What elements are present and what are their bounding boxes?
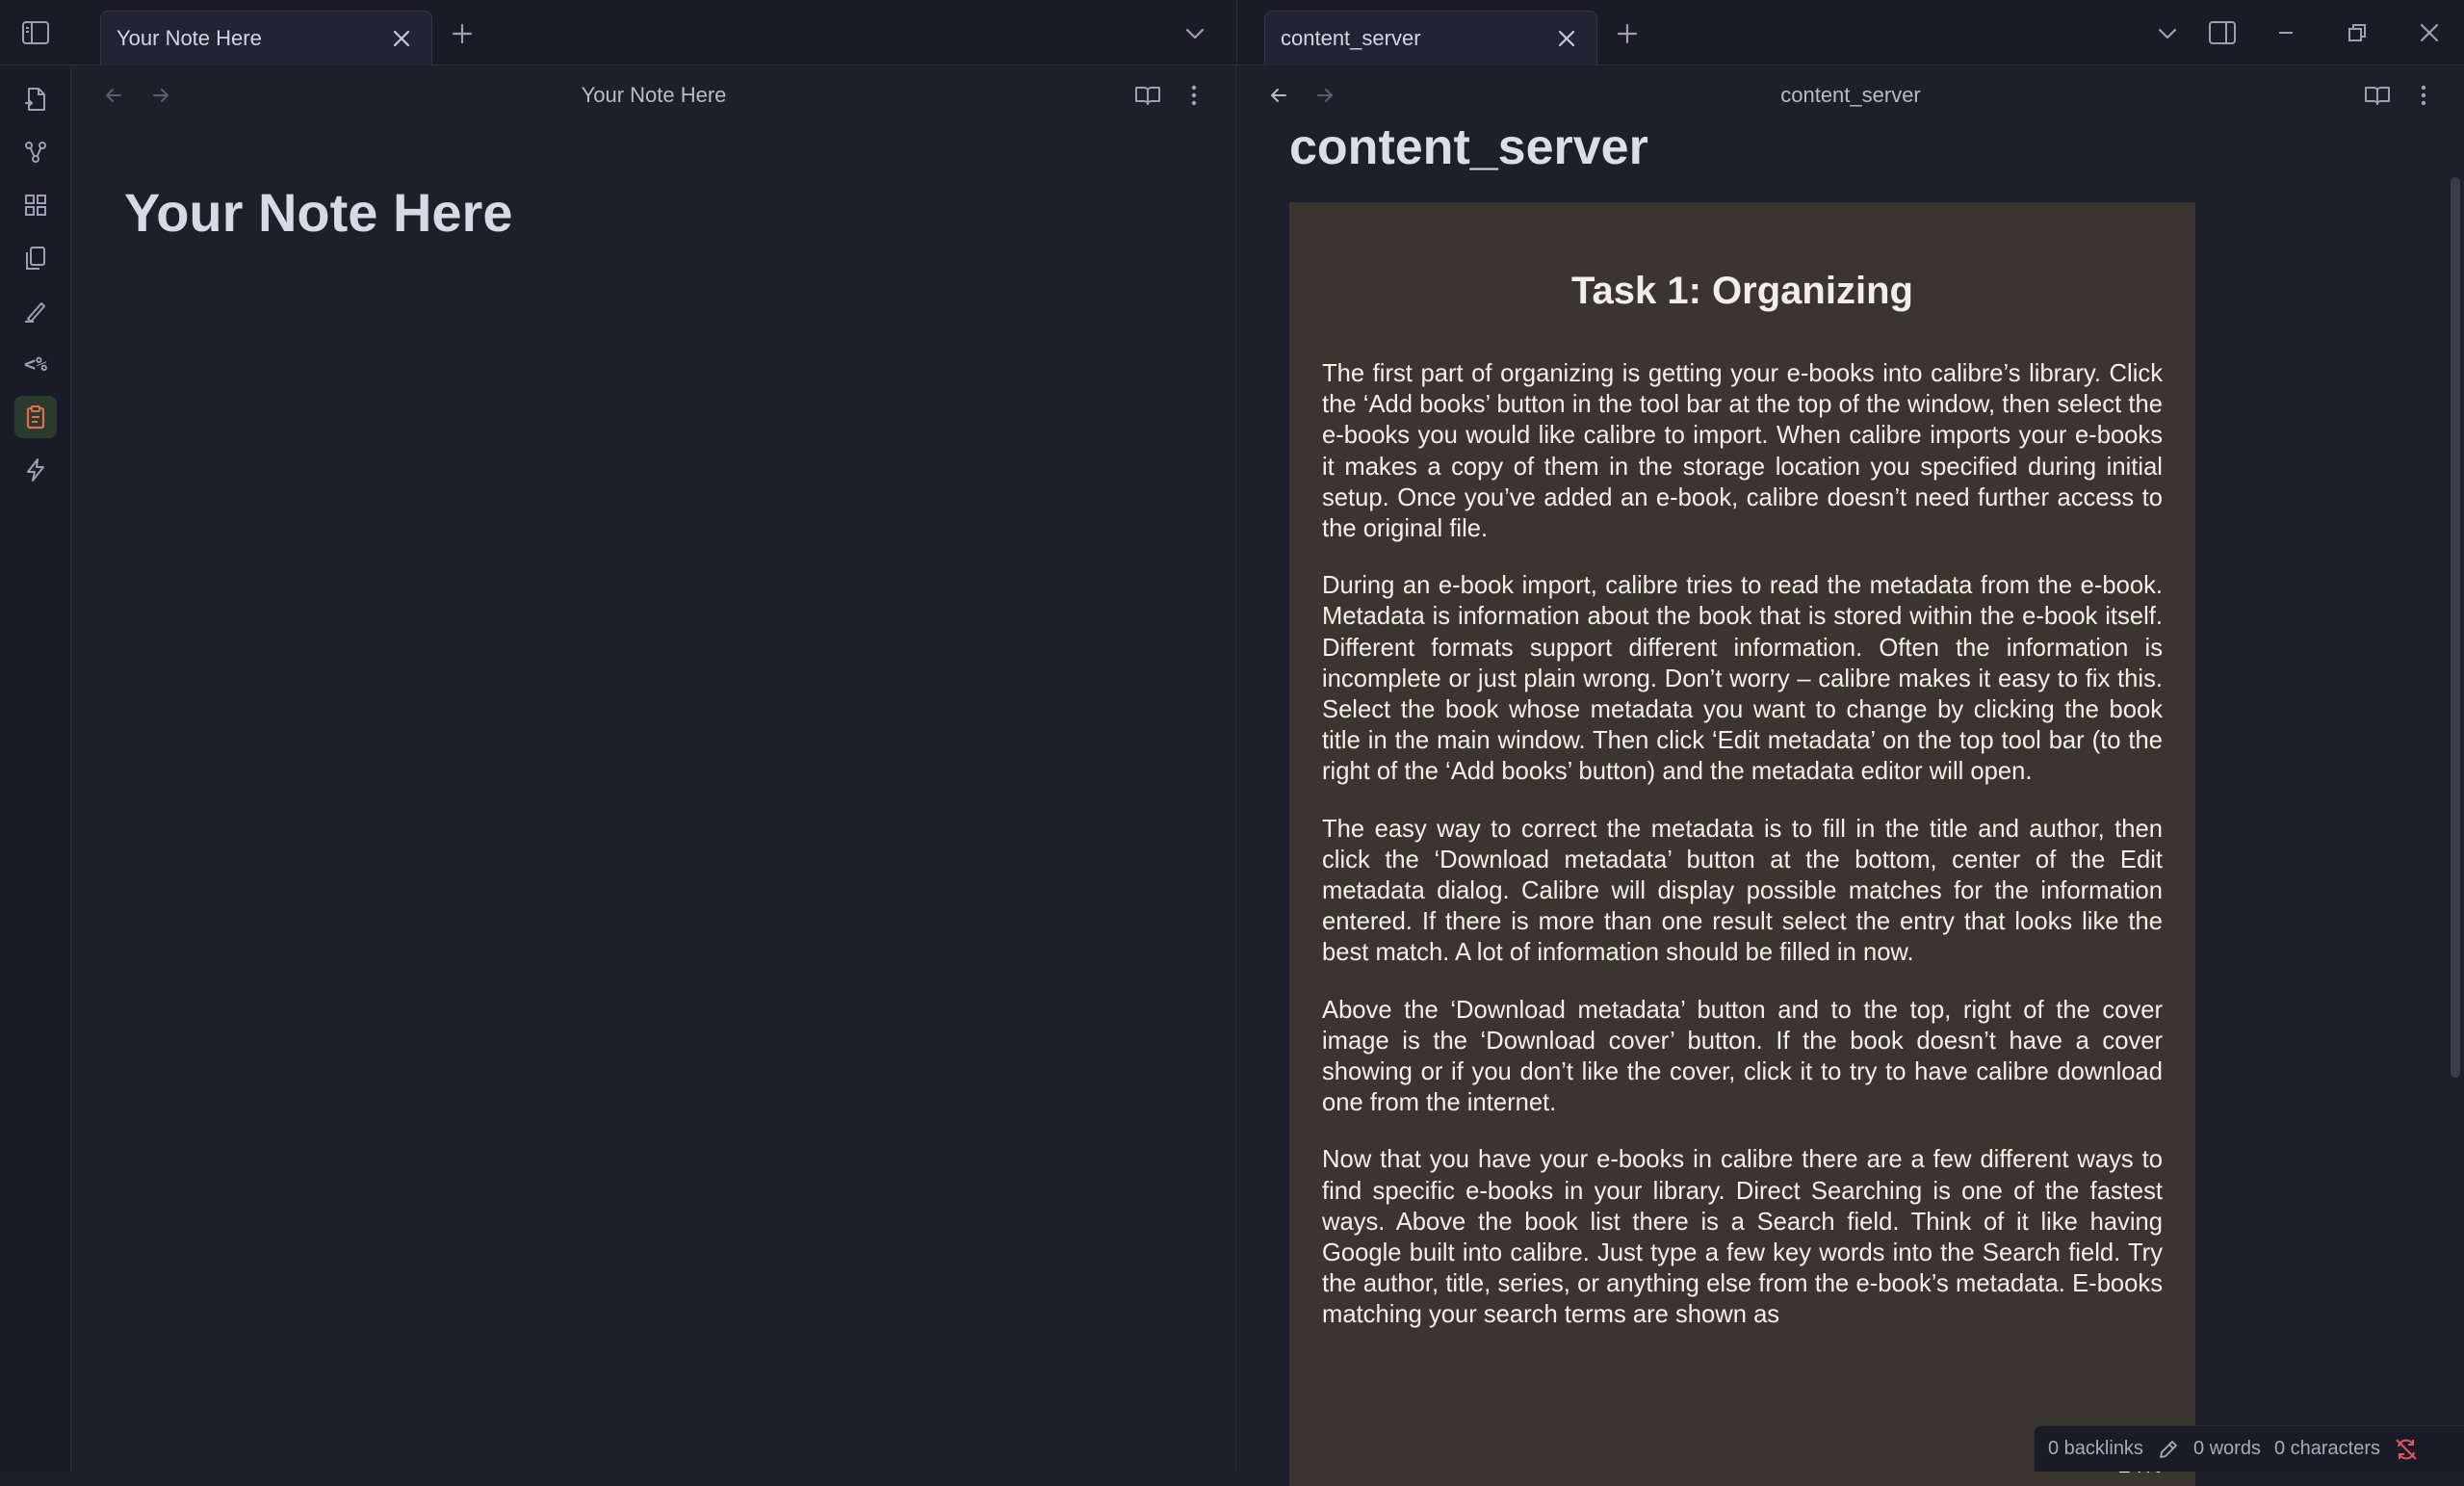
templates-button[interactable] [14,237,57,279]
edit-mode-button[interactable] [2157,1438,2180,1461]
character-count: 0 characters [2273,1438,2381,1459]
lightning-button[interactable] [14,449,57,491]
sync-error-icon [2396,1438,2417,1460]
toggle-right-sidebar-button[interactable] [2203,13,2242,52]
templater-button[interactable]: <% [14,343,57,385]
pdf-body: The first part of organizing is getting … [1322,358,2163,1357]
tab-title: content_server [1281,26,1421,50]
tab-close-button[interactable] [387,24,416,53]
pane-divider [1236,0,1237,65]
new-tab-button[interactable] [443,14,481,53]
close-icon [1558,30,1575,47]
reading-view-button[interactable] [1128,76,1167,115]
view-header: content_server [1237,65,2464,125]
more-options-button[interactable] [2404,76,2443,115]
more-vertical-icon [2421,85,2426,106]
new-tab-button[interactable] [1608,14,1647,53]
word-count: 0 words [2192,1438,2261,1459]
view-header: Your Note Here [71,65,1235,125]
left-pane: Your Note Here Your Note Here [71,65,1236,1472]
draw-icon [25,302,45,323]
pdf-paragraph: During an e-book import, calibre tries t… [1322,572,2163,786]
status-bar: 0 backlinks 0 words 0 characters [2034,1425,2464,1472]
lightning-icon [27,458,44,482]
close-icon [2420,23,2439,42]
note-title[interactable]: Your Note Here [124,181,512,244]
templates-icon [26,247,45,270]
tab-list-button[interactable] [1176,14,1214,53]
chevron-down-icon [2158,28,2177,39]
minimize-button[interactable] [2267,13,2305,52]
document-title: content_server [1289,119,1648,175]
canvas-icon [25,195,46,216]
toggle-sidebar-button[interactable] [0,0,70,65]
tab-your-note-here[interactable]: Your Note Here [100,11,432,65]
pdf-paragraph: Above the ‘Download metadata’ button and… [1322,996,2163,1117]
close-icon [393,30,410,47]
pdf-paragraph: The first part of organizing is getting … [1322,360,2163,543]
reading-view-button[interactable] [2358,76,2397,115]
view-title[interactable]: Your Note Here [71,65,1236,125]
backlinks-count[interactable]: 0 backlinks [2048,1438,2143,1460]
more-vertical-icon [1191,85,1197,106]
tab-close-button[interactable] [1552,24,1581,53]
pencil-icon [2160,1440,2177,1458]
sidebar-toggle-icon [21,21,49,44]
tab-title: Your Note Here [117,26,262,50]
tab-strip: Your Note Here content_server [0,0,2464,65]
graph-view-icon [25,142,46,163]
plus-icon [1617,23,1638,44]
close-window-button[interactable] [2410,13,2449,52]
pdf-paragraph: Now that you have your e-books in calibr… [1322,1146,2163,1329]
open-quick-switcher-button[interactable] [14,78,57,120]
restore-button[interactable] [2338,13,2376,52]
right-sidebar-icon [2209,21,2236,44]
tab-content-server[interactable]: content_server [1264,11,1597,65]
draw-button[interactable] [14,290,57,332]
minimize-icon [2279,32,2293,34]
restore-icon [2348,24,2366,41]
plus-icon [452,23,473,44]
view-title[interactable]: content_server [1237,65,2464,125]
book-open-icon [2365,87,2390,105]
open-quick-switcher-icon [25,88,45,111]
more-options-button[interactable] [1175,76,1213,115]
graph-view-button[interactable] [14,131,57,173]
tab-list-button[interactable] [2148,14,2187,53]
clipboard-icon [26,405,45,430]
book-open-icon [1135,87,1160,105]
pdf-heading: Task 1: Organizing [1571,270,1913,312]
right-pane: content_server content_server Task 1: Or… [1237,65,2464,1486]
left-ribbon: <% [0,65,71,1472]
canvas-button[interactable] [14,184,57,226]
pdf-embed[interactable]: Task 1: Organizing The first part of org… [1289,202,2195,1486]
clipboard-button[interactable] [14,396,57,438]
sync-status-button[interactable] [2394,1437,2419,1462]
scrollbar-thumb[interactable] [2451,177,2460,1078]
pdf-paragraph: The easy way to correct the metadata is … [1322,815,2163,967]
chevron-down-icon [1185,28,1205,39]
templater-icon: <% [23,352,48,376]
